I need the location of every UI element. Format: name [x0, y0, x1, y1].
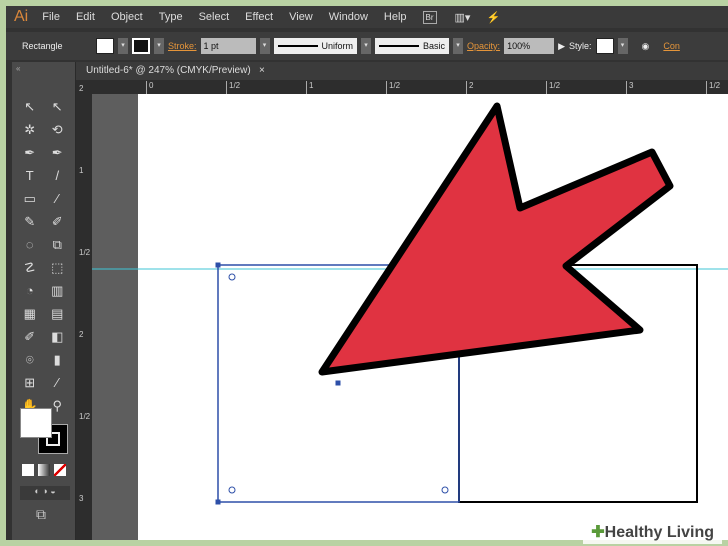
stroke-dropdown[interactable]: ▾: [154, 38, 164, 54]
document-tab[interactable]: Untitled-6* @ 247% (CMYK/Preview) ×: [76, 62, 728, 80]
stroke-swatch[interactable]: [132, 38, 150, 54]
draw-mode-icons[interactable]: ◐ ◑ ◒: [20, 486, 70, 500]
menu-bar: Ai File Edit Object Type Select Effect V…: [6, 6, 728, 28]
opacity-label[interactable]: Opacity:: [467, 41, 500, 51]
illustrator-window: Ai File Edit Object Type Select Effect V…: [6, 6, 728, 540]
tool-name: Rectangle: [22, 41, 63, 51]
fill-dropdown[interactable]: ▾: [118, 38, 128, 54]
style-label: Style:: [568, 41, 592, 51]
ruler-tick-label: 2: [466, 81, 473, 94]
tool-23-icon[interactable]: ▮: [44, 352, 72, 371]
app-logo: Ai: [14, 8, 29, 25]
sync-icon[interactable]: ⚡: [486, 11, 500, 24]
brush-definition[interactable]: Basic: [375, 38, 450, 54]
profile-dropdown[interactable]: ▾: [361, 38, 372, 54]
tool-18-icon[interactable]: ▦: [16, 306, 44, 325]
tool-19-icon[interactable]: ▤: [44, 306, 72, 325]
collapse-icon[interactable]: «: [12, 62, 75, 75]
tool-5-icon[interactable]: ✒: [44, 145, 72, 164]
document-tab-title: Untitled-6* @ 247% (CMYK/Preview): [86, 65, 251, 76]
tool-25-icon[interactable]: ⁄: [44, 375, 72, 394]
close-tab-icon[interactable]: ×: [259, 65, 265, 76]
brush-label: Basic: [423, 41, 446, 51]
ruler-tick-label: 1: [79, 166, 84, 175]
tool-7-icon[interactable]: /: [44, 168, 72, 187]
tool-6-icon[interactable]: T: [16, 168, 44, 187]
tool-4-icon[interactable]: ✒: [16, 145, 44, 164]
ruler-tick-label: 1: [306, 81, 313, 94]
stroke-weight-dropdown[interactable]: ▾: [259, 38, 270, 54]
watermark-text: Healthy Living: [604, 524, 714, 541]
ruler-tick-label: 1/2: [706, 81, 720, 94]
tool-8-icon[interactable]: ▭: [16, 191, 44, 210]
control-overflow[interactable]: Con: [663, 41, 680, 51]
tool-17-icon[interactable]: ▥: [44, 283, 72, 302]
stroke-weight-input[interactable]: 1 pt: [200, 38, 256, 54]
profile-label: Uniform: [321, 41, 354, 51]
tool-11-icon[interactable]: ✐: [44, 214, 72, 233]
tool-13-icon[interactable]: ⧉: [44, 237, 72, 256]
variable-width-profile[interactable]: Uniform: [273, 38, 358, 54]
canvas[interactable]: [92, 94, 728, 540]
screen-mode-icon[interactable]: ⧉: [36, 506, 46, 523]
tool-12-icon[interactable]: ◌: [16, 237, 44, 256]
menu-help[interactable]: Help: [384, 11, 407, 23]
ruler-tick-label: 1/2: [79, 248, 91, 257]
fill-box[interactable]: [20, 408, 52, 438]
stroke-label[interactable]: Stroke:: [168, 41, 197, 51]
tools-panel: « ↖ ↖ ✲ ⟲ ✒ ✒ T / ▭ ⁄ ✎ ✐ ◌ ⧉ ☡ ⬚ ◔ ▥ ▦ ▤ ✐ ◧ ⌾ ▮ ⊞ ⁄ ✋ ⚲ ◐ ◑ ◒ ⧉: [12, 62, 76, 540]
tool-1-icon[interactable]: ↖: [44, 99, 72, 118]
tool-15-icon[interactable]: ⬚: [44, 260, 72, 279]
tool-16-icon[interactable]: ◔: [16, 283, 44, 302]
menu-file[interactable]: File: [42, 11, 60, 23]
bridge-button[interactable]: Br: [422, 10, 437, 24]
opacity-input[interactable]: 100%: [504, 38, 555, 54]
fill-swatch[interactable]: [96, 38, 114, 54]
ruler-tick-label: 1/2: [386, 81, 400, 94]
ruler-tick-label: 2: [79, 330, 84, 339]
ruler-tick-label: 2: [79, 84, 84, 93]
tool-9-icon[interactable]: ⁄: [44, 191, 72, 210]
menu-object[interactable]: Object: [111, 11, 143, 23]
style-dropdown[interactable]: ▾: [617, 38, 628, 54]
none-mode-icon[interactable]: [54, 464, 66, 476]
workspace-switcher-icon[interactable]: ▥▾: [455, 11, 471, 24]
tool-14-icon[interactable]: ☡: [16, 260, 44, 279]
opacity-arrow-icon[interactable]: ▶: [558, 41, 565, 52]
tool-24-icon[interactable]: ⊞: [16, 375, 44, 394]
tool-20-icon[interactable]: ✐: [16, 329, 44, 348]
color-mode-icon[interactable]: [22, 464, 34, 476]
menu-view[interactable]: View: [289, 11, 313, 23]
ruler-tick-label: 3: [79, 494, 84, 503]
vertical-ruler[interactable]: 2 1 1/2 2 1/2 3: [76, 80, 92, 540]
ruler-tick-label: 0: [146, 81, 153, 94]
tool-2-icon[interactable]: ✲: [16, 122, 44, 141]
menu-window[interactable]: Window: [329, 11, 368, 23]
tool-3-icon[interactable]: ⟲: [44, 122, 72, 141]
red-arrow[interactable]: [318, 102, 674, 376]
recolor-icon[interactable]: ◉: [642, 41, 650, 52]
style-swatch[interactable]: [595, 38, 614, 54]
watermark: ✚Healthy Living: [583, 520, 722, 544]
brush-dropdown[interactable]: ▾: [453, 38, 464, 54]
ruler-tick-label: 3: [626, 81, 633, 94]
menu-select[interactable]: Select: [199, 11, 230, 23]
ruler-tick-label: 1/2: [226, 81, 240, 94]
ruler-tick-label: 1/2: [79, 412, 91, 421]
control-bar: Rectangle ▾ ▾ Stroke: 1 pt ▾ Uniform ▾ Bas…: [6, 32, 728, 60]
menu-effect[interactable]: Effect: [245, 11, 273, 23]
horizontal-ruler[interactable]: 0 1/2 1 1/2 2 1/2 3 1/2: [82, 80, 728, 94]
tool-21-icon[interactable]: ◧: [44, 329, 72, 348]
tool-0-icon[interactable]: ↖: [16, 99, 44, 118]
gradient-mode-icon[interactable]: [38, 464, 50, 476]
artwork: [92, 102, 728, 505]
menu-type[interactable]: Type: [159, 11, 183, 23]
tool-10-icon[interactable]: ✎: [16, 214, 44, 233]
menu-edit[interactable]: Edit: [76, 11, 95, 23]
ruler-tick-label: 1/2: [546, 81, 560, 94]
tool-22-icon[interactable]: ⌾: [16, 352, 44, 371]
